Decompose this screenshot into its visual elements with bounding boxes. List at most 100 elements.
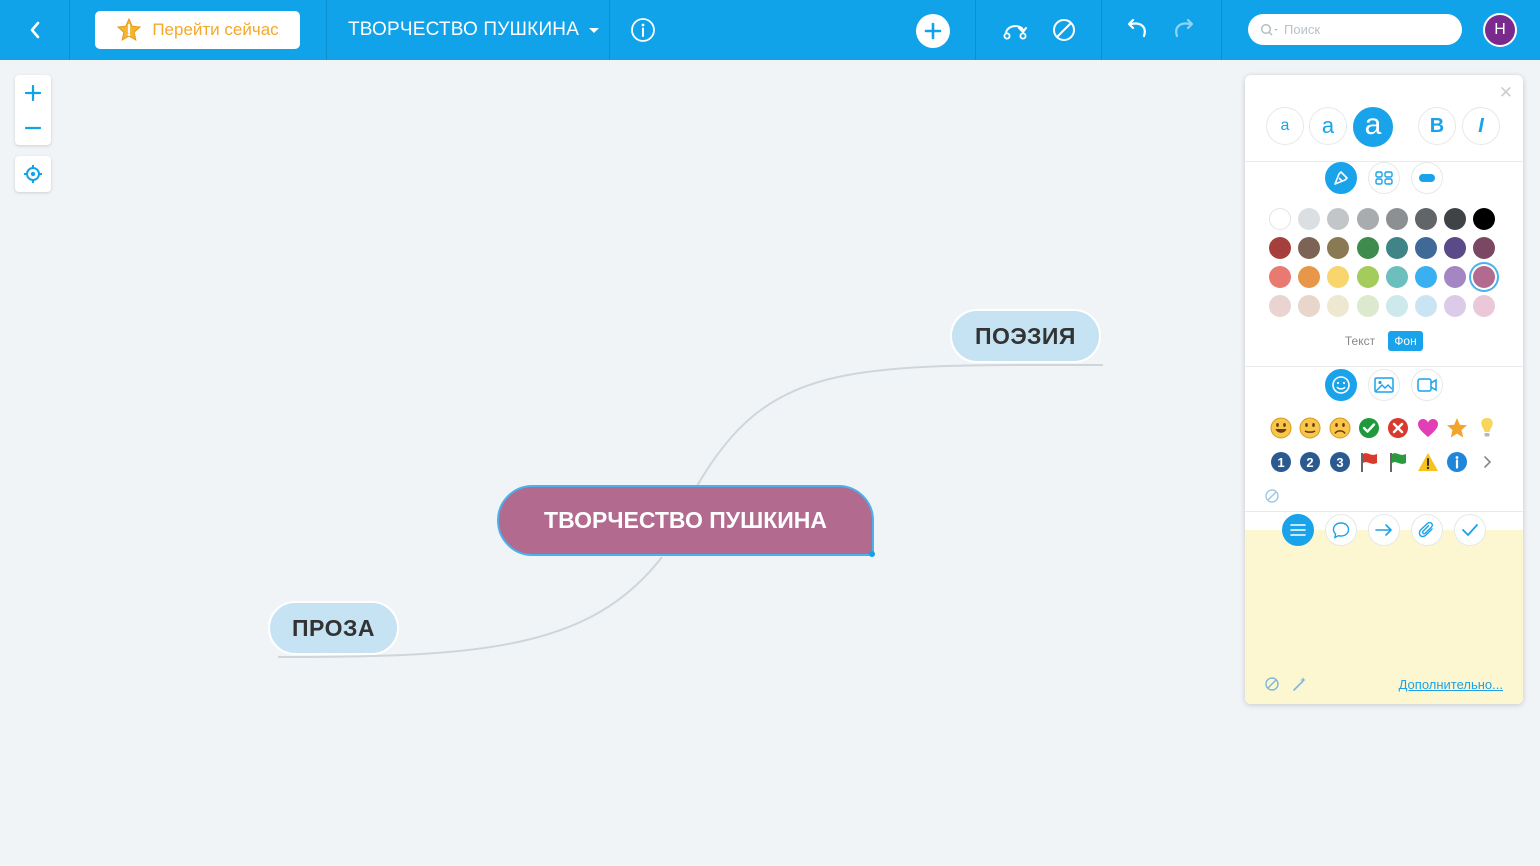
task-icon <box>1462 524 1478 536</box>
notes-tab[interactable] <box>1282 514 1314 546</box>
emoji-tab[interactable] <box>1325 369 1357 401</box>
neutral-icon[interactable] <box>1299 417 1321 439</box>
resize-handle[interactable] <box>869 551 875 557</box>
font-size-large-button[interactable]: a <box>1353 107 1393 147</box>
connection-button[interactable] <box>995 0 1035 60</box>
italic-button[interactable]: I <box>1462 107 1500 145</box>
more-link[interactable]: Дополнительно... <box>1399 677 1503 692</box>
image-tab[interactable] <box>1368 369 1400 401</box>
number-2-label: 2 <box>1306 454 1314 470</box>
clear-style-button[interactable] <box>1044 0 1084 60</box>
color-swatch[interactable] <box>1298 266 1321 288</box>
color-swatch[interactable] <box>1444 237 1467 259</box>
cross-icon[interactable] <box>1387 417 1409 439</box>
shape-style-tab[interactable] <box>1411 162 1443 194</box>
color-swatch[interactable] <box>1356 237 1379 259</box>
color-swatch[interactable] <box>1385 295 1408 317</box>
color-swatch[interactable] <box>1415 266 1437 288</box>
layout-style-tab[interactable] <box>1368 162 1400 194</box>
topic-poetry[interactable]: ПОЭЗИЯ <box>950 309 1101 363</box>
check-icon[interactable] <box>1358 417 1380 439</box>
info-icon[interactable] <box>1446 451 1468 473</box>
bold-button[interactable]: B <box>1418 107 1456 145</box>
attachment-tab[interactable] <box>1411 514 1443 546</box>
color-swatch[interactable] <box>1473 208 1496 230</box>
topic-prose[interactable]: ПРОЗА <box>268 601 399 655</box>
smile-icon[interactable] <box>1270 417 1292 439</box>
color-swatch[interactable] <box>1415 208 1437 230</box>
color-swatch[interactable] <box>1385 237 1408 259</box>
sad-icon[interactable] <box>1329 417 1351 439</box>
next-arrow-icon[interactable] <box>1476 451 1498 473</box>
color-swatch[interactable] <box>1269 237 1291 259</box>
color-swatch[interactable] <box>1269 266 1291 288</box>
font-size-large-label: a <box>1364 108 1382 141</box>
topic-prose-label: ПРОЗА <box>292 614 375 641</box>
color-swatch[interactable] <box>1327 208 1350 230</box>
topic-poetry-label: ПОЭЗИЯ <box>975 322 1076 349</box>
root-topic[interactable]: ТВОРЧЕСТВО ПУШКИНА <box>497 485 874 556</box>
info-button[interactable] <box>623 0 663 60</box>
link-tab[interactable] <box>1368 514 1400 546</box>
clear-notes-button[interactable] <box>1262 674 1282 694</box>
number-2-icon[interactable]: 2 <box>1299 451 1321 473</box>
format-panel: ✕ a a a B I Текст Фон 1 2 3 Дополнительн… <box>1245 75 1523 704</box>
color-swatch[interactable] <box>1298 295 1321 317</box>
color-swatch[interactable] <box>1298 237 1321 259</box>
color-swatch[interactable] <box>1415 237 1437 259</box>
color-swatch[interactable] <box>1327 237 1350 259</box>
font-size-medium-button[interactable]: a <box>1309 107 1347 145</box>
number-1-label: 1 <box>1277 454 1285 470</box>
magic-wand-button[interactable] <box>1290 674 1310 694</box>
color-swatch[interactable] <box>1415 295 1437 317</box>
green-flag-icon[interactable] <box>1387 451 1409 473</box>
color-swatch[interactable] <box>1385 266 1408 288</box>
color-swatch[interactable] <box>1327 266 1350 288</box>
user-avatar[interactable]: Н <box>1483 13 1517 47</box>
back-button[interactable] <box>0 0 69 60</box>
color-swatch[interactable] <box>1356 266 1379 288</box>
task-tab[interactable] <box>1454 514 1486 546</box>
number-3-label: 3 <box>1336 454 1344 470</box>
red-flag-icon[interactable] <box>1358 451 1380 473</box>
comment-tab[interactable] <box>1325 514 1357 546</box>
color-swatch[interactable] <box>1473 266 1496 288</box>
number-3-icon[interactable]: 3 <box>1329 451 1351 473</box>
heart-icon[interactable] <box>1417 417 1439 439</box>
color-swatch[interactable] <box>1298 208 1321 230</box>
bulb-icon[interactable] <box>1476 417 1498 439</box>
color-swatch[interactable] <box>1356 295 1379 317</box>
notes-icon <box>1290 524 1306 536</box>
color-swatch[interactable] <box>1269 208 1291 230</box>
color-swatch[interactable] <box>1444 295 1467 317</box>
upgrade-button[interactable]: Перейти сейчас <box>95 11 300 49</box>
color-style-tab[interactable] <box>1325 162 1357 194</box>
redo-button[interactable] <box>1164 0 1204 60</box>
star-icon[interactable] <box>1446 417 1468 439</box>
color-swatch[interactable] <box>1327 295 1350 317</box>
color-swatch[interactable] <box>1444 266 1467 288</box>
search-box <box>1248 14 1462 45</box>
video-tab[interactable] <box>1411 369 1443 401</box>
undo-button[interactable] <box>1117 0 1157 60</box>
close-icon[interactable]: ✕ <box>1499 83 1513 103</box>
add-topic-button[interactable] <box>916 14 950 48</box>
search-icon[interactable] <box>1260 23 1280 37</box>
no-icon-icon <box>1265 489 1279 503</box>
background-color-toggle[interactable]: Фон <box>1388 331 1423 351</box>
clear-icons-button[interactable] <box>1262 486 1282 506</box>
color-swatch[interactable] <box>1444 208 1467 230</box>
no-style-icon <box>1265 677 1279 691</box>
text-color-toggle[interactable]: Текст <box>1341 331 1379 351</box>
search-input[interactable] <box>1284 22 1444 37</box>
color-swatch[interactable] <box>1473 237 1496 259</box>
color-swatch[interactable] <box>1269 295 1291 317</box>
comment-icon <box>1332 522 1350 539</box>
color-swatch[interactable] <box>1385 208 1408 230</box>
map-title-dropdown[interactable]: ТВОРЧЕСТВО ПУШКИНА <box>348 0 600 60</box>
color-swatch[interactable] <box>1356 208 1379 230</box>
warning-icon[interactable] <box>1417 451 1439 473</box>
color-swatch[interactable] <box>1473 295 1496 317</box>
font-size-small-button[interactable]: a <box>1266 107 1304 145</box>
number-1-icon[interactable]: 1 <box>1270 451 1292 473</box>
